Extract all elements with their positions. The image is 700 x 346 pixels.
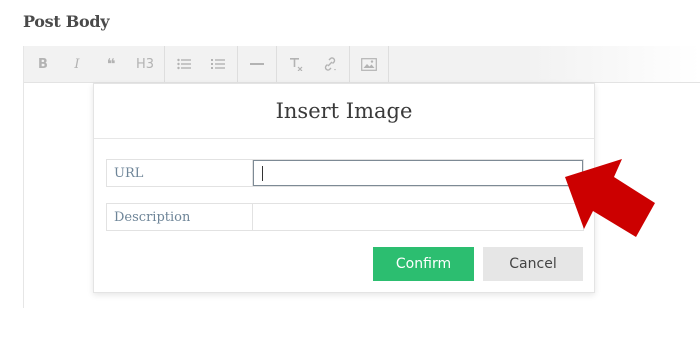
description-input[interactable] [253,204,583,230]
quote-icon: ❝ [106,55,116,73]
description-field: Description [106,203,584,231]
bulleted-list-button[interactable] [167,46,201,82]
dialog-title: Insert Image [275,99,413,123]
link-icon [324,57,336,71]
bulleted-list-icon [177,58,191,70]
confirm-button[interactable]: Confirm [373,247,474,281]
bold-button[interactable]: B [26,46,60,82]
url-label: URL [107,160,253,186]
heading-button[interactable]: H3 [128,46,162,82]
italic-icon: I [74,56,80,72]
cancel-button[interactable]: Cancel [483,247,583,281]
toolbar-group-clear [277,46,350,82]
image-icon [361,57,377,71]
insert-image-dialog: Insert Image URL Description Confirm Can… [93,83,595,293]
dialog-header: Insert Image [94,84,594,139]
quote-button[interactable]: ❝ [94,46,128,82]
numbered-list-icon [211,59,225,69]
image-button[interactable] [352,46,386,82]
horizontal-rule-icon [250,63,264,65]
horizontal-rule-button[interactable] [240,46,274,82]
numbered-list-button[interactable] [201,46,235,82]
bold-icon: B [38,56,48,72]
clear-format-icon [290,58,303,71]
toolbar-group-media [350,46,389,82]
editor-toolbar: B I ❝ H3 [24,46,700,83]
link-button[interactable] [313,46,347,82]
section-title: Post Body [23,12,110,31]
italic-button[interactable]: I [60,46,94,82]
text-caret [262,166,263,181]
toolbar-group-lists [165,46,238,82]
red-arrow-icon [565,159,655,237]
toolbar-group-format: B I ❝ H3 [24,46,165,82]
heading-icon: H3 [135,56,155,72]
description-label: Description [107,204,253,230]
url-input[interactable] [253,160,583,186]
clear-format-button[interactable] [279,46,313,82]
toolbar-group-rule [238,46,277,82]
url-field: URL [106,159,584,187]
